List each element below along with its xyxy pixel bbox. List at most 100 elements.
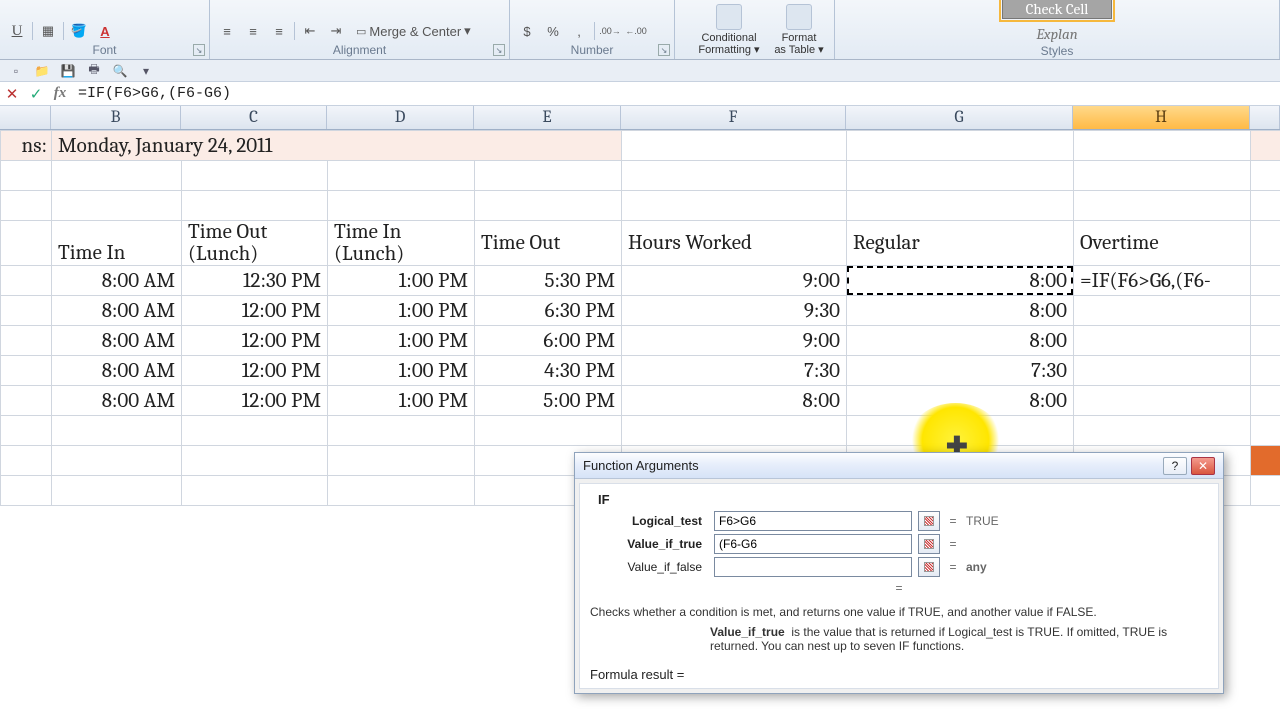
arg-value-if-false: Value_if_false = any <box>590 557 1208 577</box>
underline-icon[interactable]: U <box>6 21 28 41</box>
header-hours-worked: Hours Worked <box>622 221 847 266</box>
close-button[interactable]: ✕ <box>1191 457 1215 475</box>
arg-label: Logical_test <box>590 514 708 528</box>
arg-label: Value_if_true <box>590 537 708 551</box>
selected-marquee-cell[interactable]: 8:00 <box>847 266 1074 296</box>
currency-icon[interactable]: $ <box>516 21 538 41</box>
date-row-prefix: ns: <box>1 131 52 161</box>
blank-row[interactable] <box>1 416 1280 446</box>
ribbon-label-styles: Styles <box>835 44 1279 58</box>
date-row[interactable]: ns: Monday, January 24, 2011 <box>1 131 1280 161</box>
editing-cell[interactable]: =IF(F6>G6,(F6- <box>1074 266 1251 296</box>
chevron-down-icon: ▾ <box>464 23 471 39</box>
header-time-in-lunch: Time In (Lunch) <box>328 221 475 266</box>
data-row[interactable]: 8:00 AM 12:00 PM 1:00 PM 4:30 PM 7:30 7:… <box>1 356 1280 386</box>
colhead-rest[interactable] <box>1250 106 1280 129</box>
cancel-icon[interactable]: ✕ <box>0 83 24 105</box>
argument-help: Value_if_true is the value that is retur… <box>590 625 1208 653</box>
border-icon[interactable]: ▦ <box>37 21 59 41</box>
help-button[interactable]: ? <box>1163 457 1187 475</box>
formula-input[interactable] <box>72 83 1280 105</box>
merge-center-label: Merge & Center <box>369 24 461 39</box>
function-name: IF <box>590 492 1208 507</box>
header-time-in: Time In <box>52 221 182 266</box>
decrease-indent-icon[interactable]: ⇤ <box>299 21 321 41</box>
expand-icon[interactable]: ↘ <box>493 44 505 56</box>
colhead-a[interactable] <box>0 106 51 129</box>
colhead-d[interactable]: D <box>327 106 474 129</box>
style-check-cell[interactable]: Check Cell <box>1002 0 1112 19</box>
ribbon-group-font: U ▦ 🪣 A Font ↘ <box>0 0 210 59</box>
align-left-icon[interactable]: ≡ <box>216 21 238 41</box>
dialog-titlebar[interactable]: Function Arguments ? ✕ <box>575 453 1223 479</box>
sheet-table[interactable]: ns: Monday, January 24, 2011 Time In Tim… <box>0 130 1280 506</box>
arg-value-if-true: Value_if_true = <box>590 534 1208 554</box>
increase-decimal-icon[interactable]: .00→ <box>599 21 621 41</box>
data-row[interactable]: 8:00 AM 12:00 PM 1:00 PM 5:00 PM 8:00 8:… <box>1 386 1280 416</box>
align-center-icon[interactable]: ≡ <box>242 21 264 41</box>
increase-indent-icon[interactable]: ⇥ <box>325 21 347 41</box>
arg-result: any <box>966 560 1024 574</box>
header-regular: Regular <box>847 221 1074 266</box>
range-picker-button[interactable] <box>918 557 940 577</box>
dialog-title: Function Arguments <box>583 458 699 473</box>
data-row[interactable]: 8:00 AM 12:00 PM 1:00 PM 6:30 PM 9:30 8:… <box>1 296 1280 326</box>
confirm-icon[interactable]: ✓ <box>24 83 48 105</box>
arg-result: TRUE <box>966 514 1024 528</box>
equals-sep: = <box>590 581 1208 595</box>
align-right-icon[interactable]: ≡ <box>268 21 290 41</box>
header-row[interactable]: Time In Time Out (Lunch) Time In (Lunch)… <box>1 221 1280 266</box>
conditional-formatting-icon <box>716 4 742 30</box>
arg-input-value-if-true[interactable] <box>714 534 912 554</box>
column-headers: B C D E F G H <box>0 106 1280 130</box>
range-picker-button[interactable] <box>918 534 940 554</box>
function-description: Checks whether a condition is met, and r… <box>590 605 1208 619</box>
comma-icon[interactable]: , <box>568 21 590 41</box>
colhead-h[interactable]: H <box>1073 106 1250 129</box>
print-icon[interactable]: 🖶 <box>84 62 104 80</box>
data-row[interactable]: 8:00 AM 12:00 PM 1:00 PM 6:00 PM 9:00 8:… <box>1 326 1280 356</box>
data-row[interactable]: 8:00 AM 12:30 PM 1:00 PM 5:30 PM 9:00 8:… <box>1 266 1280 296</box>
divider <box>294 22 295 40</box>
ribbon-group-styles: Neutral Calculation Check Cell Explan St… <box>835 0 1280 59</box>
format-as-table-button[interactable]: Formatas Table ▾ <box>764 2 834 56</box>
preview-icon[interactable]: 🔍 <box>110 62 130 80</box>
percent-icon[interactable]: % <box>542 21 564 41</box>
colhead-e[interactable]: E <box>474 106 621 129</box>
colhead-g[interactable]: G <box>846 106 1073 129</box>
ribbon: U ▦ 🪣 A Font ↘ ≡ ≡ ≡ ⇤ ⇥ ▭ Merge & Cente… <box>0 0 1280 60</box>
ribbon-group-table-styles: ConditionalFormatting ▾ Formatas Table ▾ <box>675 0 835 59</box>
expand-icon[interactable]: ↘ <box>658 44 670 56</box>
dropdown-icon[interactable]: ▾ <box>136 62 156 80</box>
font-color-icon[interactable]: A <box>94 21 116 41</box>
fill-color-icon[interactable]: 🪣 <box>68 21 90 41</box>
spreadsheet-grid[interactable]: B C D E F G H ns: Monday, January 24, 20… <box>0 106 1280 506</box>
merge-center-button[interactable]: ▭ Merge & Center ▾ <box>351 21 476 41</box>
arg-label: Value_if_false <box>590 560 708 574</box>
header-time-out: Time Out <box>475 221 622 266</box>
dialog-body: IF Logical_test = TRUE Value_if_true = V… <box>579 483 1219 689</box>
colhead-f[interactable]: F <box>621 106 846 129</box>
colhead-c[interactable]: C <box>181 106 327 129</box>
arg-input-value-if-false[interactable] <box>714 557 912 577</box>
ribbon-label-alignment: Alignment <box>210 43 509 57</box>
quick-access-toolbar: ▫ 📁 💾 🖶 🔍 ▾ <box>0 60 1280 82</box>
arg-input-logical-test[interactable] <box>714 511 912 531</box>
divider <box>594 22 595 40</box>
fx-icon[interactable]: fx <box>48 83 72 105</box>
range-picker-button[interactable] <box>918 511 940 531</box>
function-arguments-dialog[interactable]: Function Arguments ? ✕ IF Logical_test =… <box>574 452 1224 694</box>
decrease-decimal-icon[interactable]: ←.00 <box>625 21 647 41</box>
blank-row[interactable] <box>1 191 1280 221</box>
style-explanatory[interactable]: Explan <box>1002 25 1112 43</box>
blank-row[interactable] <box>1 161 1280 191</box>
expand-icon[interactable]: ↘ <box>193 44 205 56</box>
ribbon-label-font: Font <box>0 43 209 57</box>
ribbon-label-number: Number <box>510 43 674 57</box>
conditional-formatting-button[interactable]: ConditionalFormatting ▾ <box>694 2 764 56</box>
save-icon[interactable]: 💾 <box>58 62 78 80</box>
colhead-b[interactable]: B <box>51 106 181 129</box>
open-icon[interactable]: 📁 <box>32 62 52 80</box>
new-icon[interactable]: ▫ <box>6 62 26 80</box>
header-time-out-lunch: Time Out (Lunch) <box>182 221 328 266</box>
